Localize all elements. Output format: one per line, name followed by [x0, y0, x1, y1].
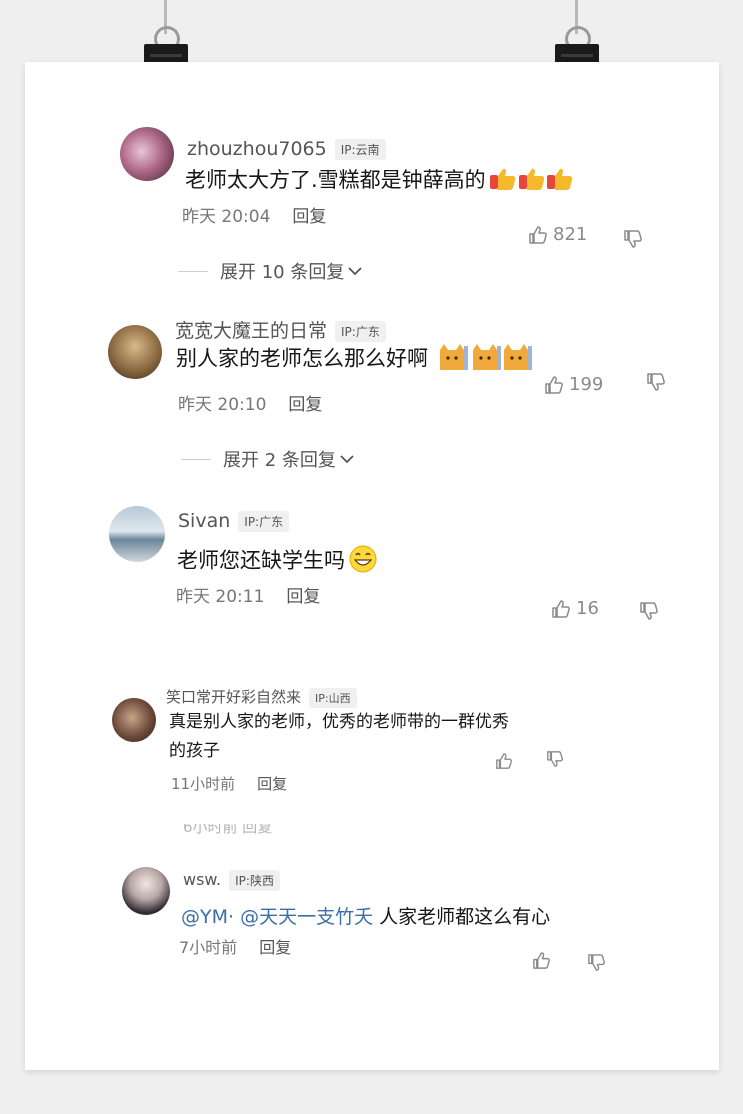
like-count: 199: [569, 374, 604, 395]
avatar[interactable]: [120, 127, 174, 181]
reply-button[interactable]: 回复: [259, 938, 291, 957]
thumbs-up-emoji: [489, 166, 573, 197]
thumbs-down-icon: [588, 954, 605, 971]
thumbs-up-icon: [496, 753, 512, 769]
username[interactable]: wsw.: [183, 870, 221, 889]
reply-button[interactable]: 回复: [286, 587, 320, 607]
username[interactable]: zhouzhou7065: [187, 138, 327, 160]
comment-text: 老师您还缺学生吗: [177, 548, 345, 573]
divider-line: [181, 458, 211, 460]
like-button[interactable]: 821: [528, 224, 587, 245]
comment-screenshot-poster: zhouzhou7065 IP:云南 老师太大方了.雪糕都是钟薛高的 昨天 20:…: [25, 62, 719, 1070]
comment-text: 人家老师都这么有心: [379, 906, 551, 928]
divider-line: [178, 270, 208, 272]
ip-location-badge: IP:陕西: [229, 870, 280, 891]
grinning-emoji: [348, 544, 378, 579]
thumbs-up-icon: [529, 225, 547, 244]
username[interactable]: 宽宽大魔王的日常: [175, 320, 327, 342]
username[interactable]: Sivan: [178, 510, 230, 532]
thumbs-down-icon: [647, 373, 665, 391]
mention-link[interactable]: @天天一支竹夭: [240, 906, 373, 928]
thumbs-up-icon: [533, 952, 550, 969]
chevron-down-icon: [348, 267, 362, 276]
comment-time: 昨天 20:10: [178, 395, 267, 415]
like-button[interactable]: 16: [551, 598, 599, 619]
like-button[interactable]: [495, 752, 513, 770]
expand-replies-button[interactable]: 展开 2 条回复: [181, 446, 355, 472]
comment-time: 11小时前: [171, 775, 236, 793]
like-button[interactable]: [532, 951, 551, 970]
comment-text-line2: 的孩子: [169, 741, 220, 761]
chevron-down-icon: [340, 455, 354, 464]
ip-location-badge: IP:云南: [334, 139, 386, 160]
thumbs-down-icon: [547, 751, 563, 767]
comment-text: 别人家的老师怎么那么好啊: [176, 346, 428, 371]
comment-text: 老师太大方了.雪糕都是钟薛高的: [185, 168, 486, 192]
thumbs-down-icon: [624, 230, 642, 248]
ip-location-badge: IP:山西: [309, 687, 357, 708]
cut-off-text: 6小时前 回复: [183, 824, 273, 834]
avatar[interactable]: [112, 698, 156, 742]
dislike-button[interactable]: [646, 372, 666, 396]
reply-button[interactable]: 回复: [257, 775, 287, 793]
comment-time: 7小时前: [179, 938, 238, 957]
reply-button[interactable]: 回复: [292, 207, 326, 227]
avatar[interactable]: [109, 506, 165, 562]
dislike-button[interactable]: [587, 953, 606, 976]
avatar[interactable]: [108, 325, 162, 379]
ip-location-badge: IP:广东: [335, 321, 386, 342]
expand-replies-label: 展开 10 条回复: [220, 262, 345, 283]
avatar[interactable]: [122, 867, 170, 915]
cut-off-row: 6小时前 回复: [183, 824, 272, 834]
mention-link[interactable]: @YM·: [181, 906, 234, 928]
like-count: 821: [553, 224, 588, 245]
username[interactable]: 笑口常开好彩自然来: [166, 688, 301, 706]
expand-replies-button[interactable]: 展开 10 条回复: [178, 258, 363, 284]
comment-time: 昨天 20:04: [182, 207, 271, 227]
cat-emoji: [438, 342, 534, 377]
thumbs-down-icon: [640, 602, 658, 620]
thumbs-up-icon: [552, 599, 570, 618]
comment-text-line1: 真是别人家的老师，优秀的老师带的一群优秀: [169, 712, 509, 732]
ip-location-badge: IP:广东: [238, 511, 290, 532]
comment-time: 昨天 20:11: [176, 587, 265, 607]
dislike-button[interactable]: [623, 229, 643, 253]
dislike-button[interactable]: [639, 601, 659, 625]
like-button[interactable]: 199: [544, 374, 603, 395]
like-count: 16: [576, 598, 599, 619]
dislike-button[interactable]: [546, 750, 564, 772]
reply-button[interactable]: 回复: [288, 395, 322, 415]
expand-replies-label: 展开 2 条回复: [223, 450, 336, 471]
thumbs-up-icon: [545, 375, 563, 394]
